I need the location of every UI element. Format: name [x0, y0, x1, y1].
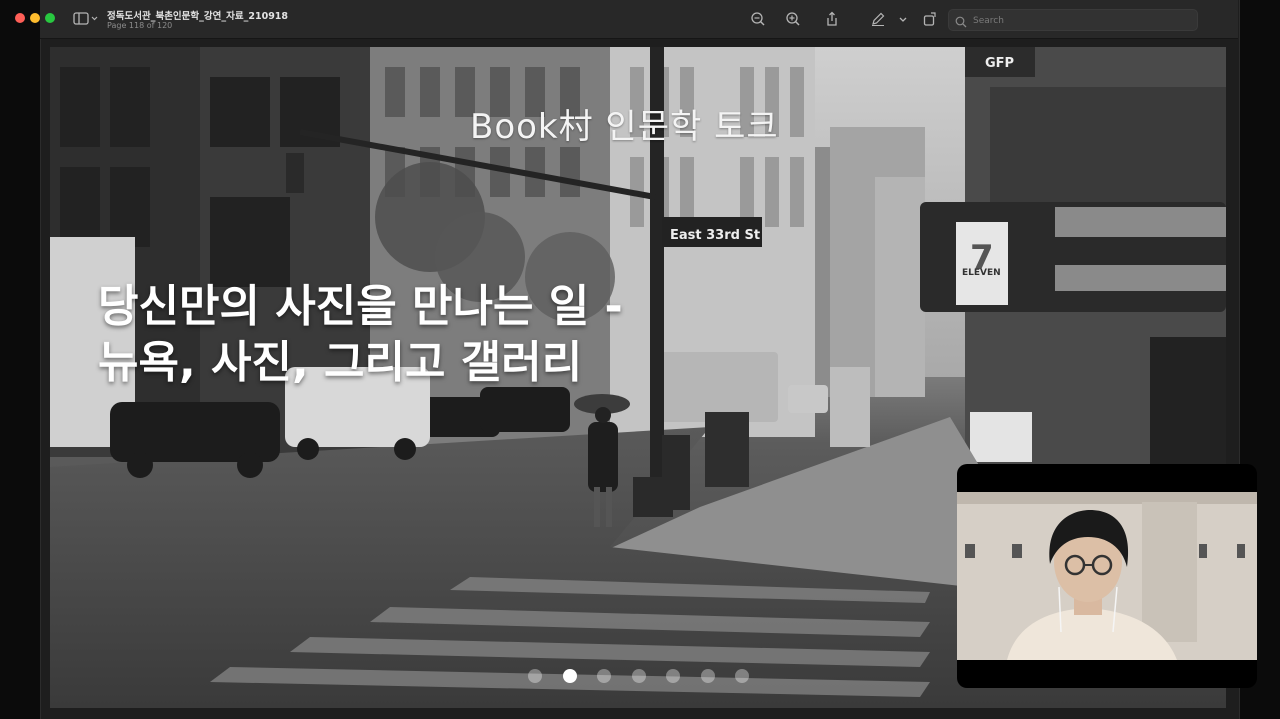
document-title: 정독도서관_북촌인문학_강연_자료_210918 [107, 11, 289, 22]
pagination-dot-2[interactable] [563, 669, 577, 683]
pagination-dot-4[interactable] [632, 669, 646, 683]
webcam-overlay[interactable] [957, 464, 1257, 688]
store-sign: ELEVEN [962, 268, 1001, 278]
sidebar-icon[interactable] [73, 11, 99, 27]
headline-line-2: 뉴욕, 사진, 그리고 갤러리 [98, 337, 583, 388]
rotate-icon[interactable] [922, 11, 938, 27]
minimize-window-button[interactable] [30, 13, 40, 23]
close-window-button[interactable] [15, 13, 25, 23]
search-field[interactable] [948, 9, 1198, 31]
presenter-video [957, 492, 1257, 660]
share-icon[interactable] [824, 11, 840, 27]
pagination-dot-3[interactable] [597, 669, 611, 683]
slide-title: Book村 인문학 토크 [470, 107, 779, 147]
pagination-dot-5[interactable] [666, 669, 680, 683]
slide-headline: 당신만의 사진을 만나는 일 - 뉴욕, 사진, 그리고 갤러리 [98, 279, 623, 391]
search-icon [955, 13, 967, 28]
pagination-dot-1[interactable] [528, 669, 542, 683]
search-input[interactable] [971, 12, 1185, 29]
zoom-in-icon[interactable] [785, 11, 801, 27]
gfp-sign: GFP [985, 56, 1014, 71]
zoom-out-icon[interactable] [750, 11, 766, 27]
street-sign: East 33rd St [670, 228, 760, 243]
headline-line-1: 당신만의 사진을 만나는 일 - [98, 281, 623, 332]
pagination-dot-7[interactable] [735, 669, 749, 683]
page-indicator: Page 118 of 120 [107, 21, 173, 30]
markup-pen-icon[interactable] [870, 11, 886, 27]
chevron-down-icon[interactable] [898, 11, 908, 27]
pagination-dot-6[interactable] [701, 669, 715, 683]
maximize-window-button[interactable] [45, 13, 55, 23]
